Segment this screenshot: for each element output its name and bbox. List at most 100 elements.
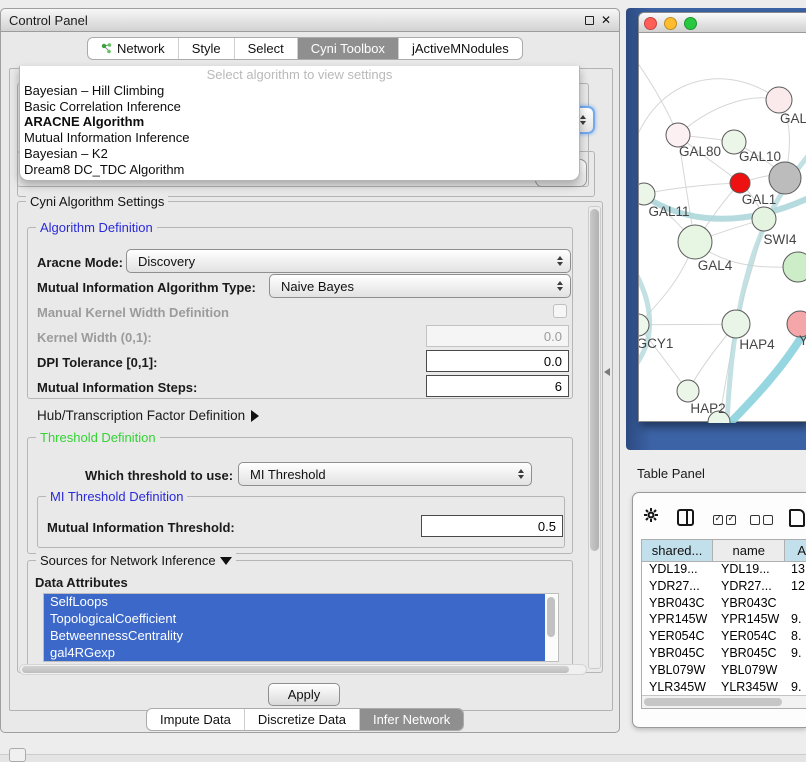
node[interactable]	[722, 310, 750, 338]
export-table-icon[interactable]	[789, 509, 805, 527]
dropdown-item[interactable]: Mutual Information Inference	[20, 130, 579, 146]
attribute-item[interactable]: gal4RGexp	[44, 645, 545, 662]
node-selected[interactable]	[730, 173, 750, 193]
sources-legend: Sources for Network Inference	[40, 553, 216, 568]
control-panel-titlebar[interactable]: Control Panel ✕	[1, 9, 619, 32]
deselect-all-columns-icon[interactable]	[750, 512, 773, 530]
node[interactable]	[783, 252, 806, 282]
expand-right-icon[interactable]	[251, 410, 259, 422]
minimize-traffic-light[interactable]	[664, 17, 677, 30]
tab-style[interactable]: Style	[178, 38, 234, 59]
control-panel-tabbar: Network Style Select Cyni Toolbox jActiv…	[87, 37, 523, 60]
control-panel-title: Control Panel	[1, 13, 88, 28]
scrollbar-thumb[interactable]	[590, 209, 599, 551]
dropdown-item-selected[interactable]: ARACNE Algorithm	[20, 114, 579, 130]
kernel-width-label: Kernel Width (0,1):	[37, 330, 152, 345]
float-window-icon[interactable]	[585, 16, 594, 25]
column-header-partial[interactable]: A	[785, 540, 806, 561]
node[interactable]	[752, 207, 776, 231]
table-settings-gear-icon[interactable]	[643, 507, 659, 528]
tab-jactivemnodules[interactable]: jActiveMNodules	[398, 38, 522, 59]
table-row[interactable]: YBL079WYBL079W	[642, 663, 806, 680]
dpi-tolerance-label: DPI Tolerance [0,1]:	[37, 355, 157, 370]
show-columns-icon[interactable]	[677, 509, 694, 526]
node-label: SWI4	[763, 232, 796, 247]
algorithm-definition-legend: Algorithm Definition	[36, 220, 157, 235]
scrollbar-thumb[interactable]	[644, 698, 782, 706]
table-header-row: shared... name A	[642, 540, 806, 562]
node[interactable]	[766, 87, 792, 113]
table-row[interactable]: YBR043CYBR043C	[642, 596, 806, 613]
manual-kernel-label: Manual Kernel Width Definition	[37, 305, 229, 320]
stepper-arrows-icon	[557, 281, 563, 291]
data-attributes-list: SelfLoops TopologicalCoefficient Between…	[43, 593, 559, 662]
settings-horizontal-scrollbar[interactable]	[19, 664, 587, 675]
apply-button[interactable]: Apply	[268, 683, 340, 706]
scrollbar-thumb[interactable]	[22, 666, 569, 673]
corner-mini-button[interactable]	[9, 748, 26, 762]
table-horizontal-scrollbar[interactable]	[642, 695, 806, 708]
dropdown-item[interactable]: Bayesian – Hill Climbing	[20, 83, 579, 99]
column-header-name[interactable]: name	[713, 540, 785, 561]
kernel-width-field[interactable]: 0.0	[426, 325, 569, 347]
hub-definition-label: Hub/Transcription Factor Definition	[37, 408, 245, 423]
tab-network[interactable]: Network	[88, 38, 178, 59]
node-label: HAP2	[690, 401, 725, 416]
stepper-arrows-icon	[518, 469, 524, 479]
tab-discretize-data[interactable]: Discretize Data	[244, 709, 359, 730]
close-icon[interactable]: ✕	[601, 14, 611, 26]
tab-impute-data[interactable]: Impute Data	[147, 709, 244, 730]
aracne-mode-label: Aracne Mode:	[37, 255, 123, 270]
node-label: GAL	[780, 111, 806, 126]
aracne-mode-value: Discovery	[138, 254, 195, 269]
which-threshold-combobox[interactable]: MI Threshold	[238, 462, 532, 486]
network-window-titlebar[interactable]	[639, 13, 806, 33]
select-all-columns-icon[interactable]	[713, 512, 736, 530]
table-panel-window: shared... name A YDL19...YDL19...13 YDR2…	[632, 492, 806, 728]
dpi-tolerance-field[interactable]: 0.0	[426, 350, 569, 372]
node-label: GAL4	[698, 258, 733, 273]
table-row[interactable]: YDL19...YDL19...13	[642, 562, 806, 579]
mi-threshold-label: Mutual Information Threshold:	[47, 520, 235, 535]
cyni-bottom-tabbar: Impute Data Discretize Data Infer Networ…	[146, 708, 464, 731]
zoom-traffic-light[interactable]	[684, 17, 697, 30]
node[interactable]	[677, 380, 699, 402]
which-threshold-value: MI Threshold	[250, 467, 326, 482]
settings-vertical-scrollbar[interactable]	[588, 206, 601, 669]
network-tab-icon	[101, 43, 112, 54]
mi-steps-field[interactable]: 6	[426, 375, 569, 397]
tab-cyni-toolbox[interactable]: Cyni Toolbox	[297, 38, 398, 59]
tab-select[interactable]: Select	[234, 38, 297, 59]
split-pane-handle[interactable]	[604, 368, 610, 376]
network-canvas[interactable]: GAL GAL80 GAL10 GAL1 SWI4 GAL11 GAL4 GCY…	[639, 34, 806, 423]
node[interactable]	[678, 225, 712, 259]
mi-threshold-field[interactable]: 0.5	[421, 515, 563, 537]
dropdown-item[interactable]: Basic Correlation Inference	[20, 99, 579, 115]
mi-type-combobox[interactable]: Naive Bayes	[269, 274, 571, 298]
table-row[interactable]: YBR045CYBR045C9.	[642, 646, 806, 663]
node[interactable]	[769, 162, 801, 194]
dropdown-item[interactable]: Bayesian – K2	[20, 146, 579, 162]
collapse-down-icon[interactable]	[220, 557, 232, 565]
attribute-item[interactable]: SelfLoops	[44, 594, 545, 611]
table-row[interactable]: YER054CYER054C8.	[642, 629, 806, 646]
attribute-item[interactable]: BetweennessCentrality	[44, 628, 545, 645]
algorithm-dropdown-popup: Select algorithm to view settings Bayesi…	[19, 66, 580, 181]
scrollbar-thumb[interactable]	[547, 597, 555, 637]
column-header-shared-name[interactable]: shared...	[642, 540, 713, 561]
table-row[interactable]: YLR345WYLR345W9.	[642, 680, 806, 697]
tab-infer-network[interactable]: Infer Network	[359, 709, 463, 730]
close-traffic-light[interactable]	[644, 17, 657, 30]
manual-kernel-checkbox[interactable]	[553, 304, 567, 318]
aracne-mode-combobox[interactable]: Discovery	[126, 249, 571, 273]
network-graph: GAL GAL80 GAL10 GAL1 SWI4 GAL11 GAL4 GCY…	[639, 34, 806, 423]
application-root: Control Panel ✕ Network Style Select Cyn	[0, 0, 806, 762]
table-row[interactable]: YDR27...YDR27...12	[642, 579, 806, 596]
mi-type-label: Mutual Information Algorithm Type:	[37, 280, 256, 295]
attribute-item[interactable]: TopologicalCoefficient	[44, 611, 545, 628]
table-row[interactable]: YPR145WYPR145W9.	[642, 612, 806, 629]
cyni-algorithm-settings-legend: Cyni Algorithm Settings	[26, 194, 168, 209]
dropdown-item[interactable]: Dream8 DC_TDC Algorithm	[20, 162, 579, 178]
list-vertical-scrollbar[interactable]	[545, 595, 557, 661]
hub-definition-toggle[interactable]: Hub/Transcription Factor Definition	[37, 408, 259, 423]
